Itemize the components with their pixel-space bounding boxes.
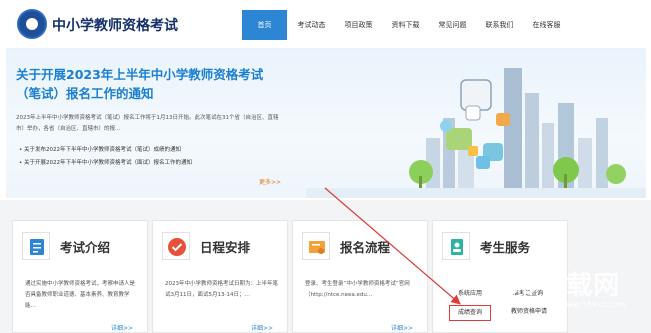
card-text: 2023年中小学教师资格考试日期为：上半年笔试3月11日，面试5月13-14日；…: [165, 281, 278, 298]
site-title[interactable]: 中小学教师资格考试: [52, 15, 178, 35]
card-more-link[interactable]: 详细>>: [391, 323, 413, 332]
document-icon: [22, 232, 50, 260]
card-more-link[interactable]: 详细>>: [251, 323, 273, 332]
logo-icon[interactable]: [17, 9, 47, 39]
card-title: 报名流程: [340, 240, 391, 255]
nav-contact[interactable]: 联系我们: [477, 10, 522, 40]
hero-link-2[interactable]: 关于开展2022年下半年中小学教师资格考试（面试）报名工作的通知: [19, 157, 289, 170]
hero-link-1[interactable]: 关于发布2022年下半年中小学教师资格考试（笔试）成绩的通知: [19, 144, 289, 157]
nav-faq[interactable]: 常见问题: [430, 10, 475, 40]
service-button-score-query[interactable]: 成绩查询: [449, 305, 491, 321]
hero-link-list: 关于发布2022年下半年中小学教师资格考试（笔试）成绩的通知 关于开展2022年…: [19, 144, 289, 170]
card-title: 日程安排: [200, 240, 251, 255]
checkmark-icon: [162, 232, 190, 260]
service-button-certificate[interactable]: 教师资格申请: [503, 305, 555, 319]
id-card-icon: [442, 232, 470, 260]
certificate-icon: [302, 232, 330, 260]
card-title: 考试介绍: [60, 240, 111, 255]
card-more-link[interactable]: 详细>>: [111, 323, 133, 332]
hero-description: 2023年上半年中小学教师资格考试（笔试）报名工作将于1月13日开始。此次笔试在…: [16, 115, 279, 132]
site-header: 中小学教师资格考试 首页 考试动态 项目政策 资料下载 常见问题 联系我们 在线…: [0, 0, 651, 50]
nav-downloads[interactable]: 资料下载: [383, 10, 428, 40]
card-title: 考生服务: [480, 240, 531, 255]
hero-title[interactable]: 关于开展2023年上半年中小学教师资格考试（笔试）报名工作的通知: [16, 65, 286, 103]
hero-illustration: [306, 68, 646, 198]
nav-online-service[interactable]: 在线客服: [524, 10, 569, 40]
watermark-url: www.189xz.com: [560, 300, 626, 309]
main-nav: 首页 考试动态 项目政策 资料下载 常见问题 联系我们 在线客服: [242, 10, 569, 40]
hero-banner: 关于开展2023年上半年中小学教师资格考试（笔试）报名工作的通知 2023年上半…: [6, 48, 646, 198]
nav-home[interactable]: 首页: [242, 10, 287, 40]
card-exam-intro[interactable]: 考试介绍 通过实施中小学教师资格考试，考察申请人是否具备教师职业道德、基本素养、…: [12, 220, 148, 333]
nav-policy[interactable]: 项目政策: [336, 10, 381, 40]
card-text: 登录、考生登录“中小学教师资格考试”官网（http://ntce.neea.ed…: [305, 281, 410, 298]
watermark: 189下载网: [482, 271, 621, 301]
card-text: 通过实施中小学教师资格考试，考察申请人是否具备教师职业道德、基本素养、教育教学能…: [25, 281, 136, 309]
card-registration[interactable]: 报名流程 登录、考生登录“中小学教师资格考试”官网（http://ntce.ne…: [292, 220, 428, 333]
card-schedule[interactable]: 日程安排 2023年中小学教师资格考试日期为：上半年笔试3月11日，面试5月13…: [152, 220, 288, 333]
hero-more-link[interactable]: 更多>>: [259, 177, 281, 186]
nav-exam-news[interactable]: 考试动态: [289, 10, 334, 40]
